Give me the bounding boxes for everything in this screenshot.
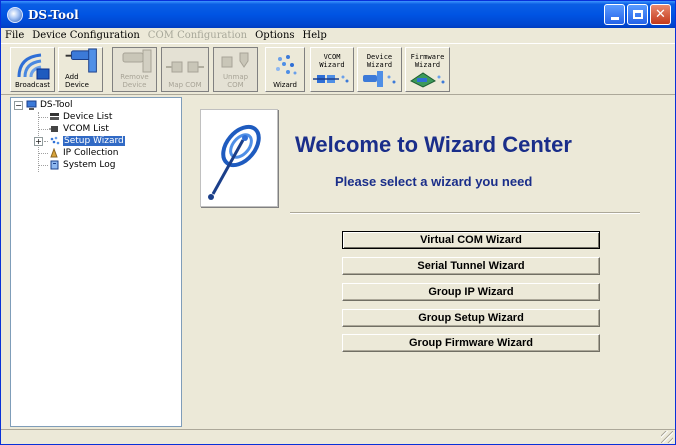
group-firmware-wizard-button[interactable]: Group Firmware Wizard — [342, 334, 600, 352]
tree-root-label: DS-Tool — [40, 100, 73, 110]
page-title: Welcome to Wizard Center — [295, 132, 572, 157]
add-device-icon — [65, 48, 97, 73]
minimize-button[interactable] — [604, 4, 625, 25]
device-wizard-button[interactable]: Device Wizard — [357, 47, 402, 92]
group-ip-wizard-button[interactable]: Group IP Wizard — [342, 283, 600, 301]
vcom-wizard-label-2: Wizard — [319, 61, 345, 69]
divider — [290, 212, 640, 214]
remove-device-button[interactable]: Remove Device — [112, 47, 157, 92]
tree-label-ip-collection: IP Collection — [63, 148, 119, 158]
firmware-wizard-label-1: Firmware — [410, 53, 445, 61]
menu-device-configuration[interactable]: Device Configuration — [28, 30, 144, 41]
wizard-button[interactable]: Wizard — [265, 47, 305, 92]
device-wizard-icon — [362, 71, 395, 87]
minimize-icon — [610, 17, 619, 20]
maximize-icon — [632, 10, 643, 19]
add-device-button[interactable]: Add Device — [58, 47, 103, 92]
window-controls: ✕ — [604, 4, 671, 25]
device-wizard-label-1: Device — [366, 53, 393, 61]
firmware-wizard-label-2: Wizard — [414, 61, 441, 69]
menu-bar: File Device Configuration COM Configurat… — [1, 28, 675, 43]
tree-label-system-log: System Log — [63, 160, 116, 170]
system-log-icon — [50, 160, 59, 170]
unmap-com-icon — [221, 52, 248, 68]
page-subtitle: Please select a wizard you need — [335, 174, 533, 189]
close-icon: ✕ — [655, 7, 666, 22]
setup-wizard-icon — [50, 136, 60, 145]
tree-label-device-list: Device List — [63, 112, 113, 122]
window-title: DS-Tool — [28, 7, 79, 22]
map-com-button[interactable]: Map COM — [161, 47, 209, 92]
resize-grip-icon[interactable] — [661, 431, 673, 443]
map-com-icon — [166, 61, 204, 73]
computer-icon — [26, 100, 37, 110]
remove-device-icon — [122, 49, 151, 73]
remove-device-label-1: Remove — [120, 73, 149, 81]
tree-root-collapse-toggle[interactable]: − — [14, 101, 23, 110]
navigation-tree: − DS-Tool Device List VCOM List + Setup … — [10, 97, 182, 427]
menu-file[interactable]: File — [1, 30, 28, 41]
tree-item-vcom-list[interactable]: VCOM List — [49, 123, 109, 135]
tree-label-vcom-list: VCOM List — [63, 124, 109, 134]
tree-setup-wizard-expand-toggle[interactable]: + — [34, 137, 43, 146]
menu-com-configuration[interactable]: COM Configuration — [144, 30, 251, 41]
firmware-wizard-icon — [409, 72, 444, 88]
app-icon[interactable] — [7, 6, 23, 23]
vcom-wizard-icon — [313, 75, 349, 83]
wizard-icon — [276, 55, 297, 75]
title-bar[interactable]: DS-Tool ✕ — [1, 1, 675, 28]
wizard-logo — [200, 109, 278, 207]
unmap-com-label-1: Unmap — [222, 73, 249, 81]
tree-item-system-log[interactable]: System Log — [49, 159, 116, 171]
broadcast-icon — [17, 53, 49, 80]
broadcast-label: Broadcast — [14, 81, 51, 89]
serial-tunnel-wizard-button[interactable]: Serial Tunnel Wizard — [342, 257, 600, 275]
tree-item-root[interactable]: DS-Tool — [26, 99, 73, 111]
wizard-label: Wizard — [273, 81, 297, 89]
toolbar: Broadcast Add Device Remove Device Map C… — [1, 43, 675, 95]
vcom-wizard-button[interactable]: VCOM Wizard — [310, 47, 354, 92]
vcom-wizard-label-1: VCOM — [323, 53, 341, 61]
firmware-wizard-button[interactable]: Firmware Wizard — [405, 47, 450, 92]
magic-wand-icon — [208, 124, 261, 200]
status-bar — [1, 429, 675, 444]
remove-device-label-2: Device — [122, 81, 147, 89]
wizard-center-panel: Welcome to Wizard Center Please select a… — [187, 97, 669, 427]
virtual-com-wizard-button[interactable]: Virtual COM Wizard — [342, 231, 600, 249]
tree-item-device-list[interactable]: Device List — [49, 111, 112, 123]
app-window: DS-Tool ✕ File Device Configuration COM … — [0, 0, 676, 445]
map-com-label: Map COM — [168, 81, 202, 89]
unmap-com-button[interactable]: Unmap COM — [213, 47, 258, 92]
tree-label-setup-wizard: Setup Wizard — [63, 136, 125, 146]
tree-item-setup-wizard[interactable]: Setup Wizard — [49, 135, 125, 147]
maximize-button[interactable] — [627, 4, 648, 25]
device-list-icon — [50, 113, 59, 120]
add-device-label-1: Add — [65, 73, 79, 81]
broadcast-button[interactable]: Broadcast — [10, 47, 55, 92]
unmap-com-label-2: COM — [227, 81, 244, 89]
device-wizard-label-2: Wizard — [366, 61, 393, 69]
group-setup-wizard-button[interactable]: Group Setup Wizard — [342, 309, 600, 327]
tree-item-ip-collection[interactable]: IP Collection — [49, 147, 118, 159]
close-button[interactable]: ✕ — [650, 4, 671, 25]
menu-options[interactable]: Options — [251, 30, 298, 41]
add-device-label-2: Device — [65, 81, 89, 89]
ip-collection-icon — [50, 148, 58, 158]
vcom-list-icon — [49, 126, 58, 132]
menu-help[interactable]: Help — [299, 30, 331, 41]
